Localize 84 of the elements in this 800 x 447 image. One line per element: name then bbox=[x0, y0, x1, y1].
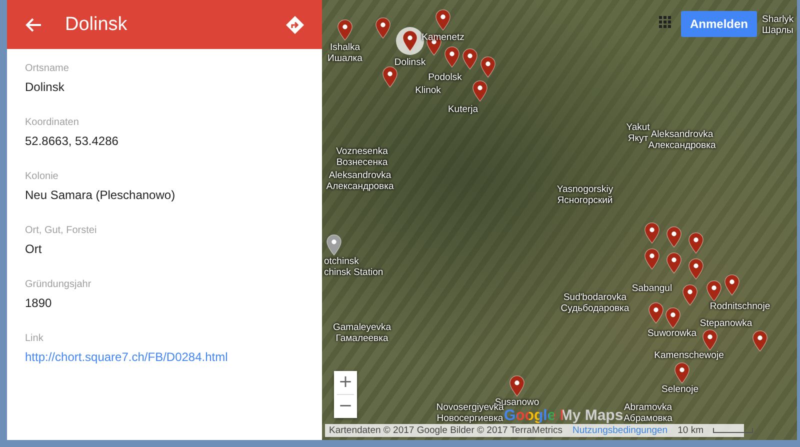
place-label: Александровка bbox=[326, 181, 394, 192]
place-label: Stepanowka bbox=[700, 318, 752, 329]
map-pin-icon[interactable] bbox=[666, 226, 682, 248]
place-label: Ясногорский bbox=[557, 195, 613, 206]
place-label: Podolsk bbox=[428, 72, 462, 83]
map-pin-icon[interactable] bbox=[435, 9, 451, 31]
place-label: Suworowka bbox=[647, 328, 697, 339]
place-label: Voznesenka bbox=[336, 146, 388, 157]
field-value: Neu Samara (Pleschanowo) bbox=[25, 188, 176, 202]
place-label: Новосергиевка bbox=[436, 413, 504, 424]
map-pin-icon[interactable] bbox=[509, 375, 525, 397]
apps-grid-icon[interactable] bbox=[659, 16, 671, 28]
place-label: Selenoje bbox=[662, 384, 698, 395]
back-arrow-icon[interactable] bbox=[25, 16, 43, 34]
field-label: Link bbox=[25, 333, 44, 344]
place-label: Dolinsk bbox=[394, 57, 426, 68]
place-label: Aleksandrovka bbox=[650, 129, 714, 140]
place-label: Novosergiyevka bbox=[436, 402, 504, 413]
place-label: Gamaleyevka bbox=[332, 322, 392, 333]
map-pin-icon[interactable] bbox=[402, 30, 418, 52]
field-value: 52.8663, 53.4286 bbox=[25, 134, 118, 148]
place-label: otchinsk bbox=[324, 256, 359, 267]
place-label: Yasnogorskiy bbox=[556, 184, 614, 195]
map-pin-icon[interactable] bbox=[752, 330, 768, 352]
attribution-text: Kartendaten © 2017 Google Bilder © 2017 TerraMetrics bbox=[329, 425, 563, 436]
map-pin-icon[interactable] bbox=[375, 17, 391, 39]
scale-label: 10 km bbox=[678, 425, 704, 436]
zoom-in-button[interactable]: + bbox=[334, 371, 357, 394]
map-pin-icon[interactable] bbox=[682, 284, 698, 306]
place-label: Абрамовка bbox=[624, 413, 672, 424]
place-label: Шарлы bbox=[762, 25, 794, 36]
place-title: Dolinsk bbox=[65, 14, 128, 36]
map-pin-icon[interactable] bbox=[666, 252, 682, 274]
place-label: Ishalka bbox=[330, 42, 360, 53]
satellite-map[interactable] bbox=[322, 0, 797, 440]
field-value: Dolinsk bbox=[25, 80, 64, 94]
map-pin-icon[interactable] bbox=[326, 234, 342, 256]
place-label: Sabangul bbox=[632, 283, 672, 294]
place-label: Александровка bbox=[648, 140, 716, 151]
place-label: Yakut bbox=[626, 122, 650, 133]
place-label: Klinok bbox=[415, 85, 441, 96]
place-label: chinsk Station bbox=[324, 267, 384, 278]
field-value: 1890 bbox=[25, 296, 52, 310]
place-label: Sharlyk bbox=[762, 14, 794, 25]
map-logo: Google My Maps bbox=[504, 407, 624, 424]
map-pin-icon[interactable] bbox=[644, 248, 660, 270]
terms-link[interactable]: Nutzungsbedingungen bbox=[572, 425, 668, 436]
field-link[interactable]: http://chort.square7.ch/FB/D0284.html bbox=[25, 350, 228, 364]
place-label: Судьбодаровка bbox=[560, 303, 630, 314]
place-label: Sud'bodarovka bbox=[563, 292, 627, 303]
map-pin-icon[interactable] bbox=[706, 280, 722, 302]
map-pin-icon[interactable] bbox=[665, 307, 681, 329]
field-value: Ort bbox=[25, 242, 42, 256]
field-label: Gründungsjahr bbox=[25, 279, 92, 290]
map-pin-icon[interactable] bbox=[382, 66, 398, 88]
sign-in-button[interactable]: Anmelden bbox=[680, 11, 757, 37]
place-label: Гамалеевка bbox=[336, 333, 388, 344]
map-pin-icon[interactable] bbox=[472, 80, 488, 102]
map-pin-icon[interactable] bbox=[688, 232, 704, 254]
map-pin-icon[interactable] bbox=[644, 222, 660, 244]
field-label: Ort, Gut, Forstei bbox=[25, 225, 97, 236]
place-label: Aleksandrovka bbox=[328, 170, 392, 181]
map-pin-icon[interactable] bbox=[648, 302, 664, 324]
field-label: Ortsname bbox=[25, 63, 69, 74]
map-pin-icon[interactable] bbox=[480, 56, 496, 78]
map-pin-icon[interactable] bbox=[688, 258, 704, 280]
map-pin-icon[interactable] bbox=[444, 46, 460, 68]
map-pin-icon[interactable] bbox=[702, 329, 718, 351]
map-pin-icon[interactable] bbox=[462, 48, 478, 70]
place-label: Kuterja bbox=[448, 104, 478, 115]
scale-bar bbox=[713, 428, 754, 433]
map-pin-icon[interactable] bbox=[337, 19, 353, 41]
field-label: Koordinaten bbox=[25, 117, 79, 128]
place-label: Якут bbox=[628, 133, 648, 144]
place-label: Rodnitschnoje bbox=[710, 301, 770, 312]
zoom-out-button[interactable]: − bbox=[334, 395, 357, 418]
place-label: Вознесенка bbox=[336, 157, 388, 168]
map-pin-icon[interactable] bbox=[724, 274, 740, 296]
place-label: Abramovka bbox=[624, 402, 672, 413]
place-label: Kamenschewoje bbox=[654, 350, 724, 361]
directions-icon[interactable] bbox=[286, 16, 304, 34]
field-label: Kolonie bbox=[25, 171, 58, 182]
place-label: Ишалка bbox=[328, 53, 362, 64]
map-pin-icon[interactable] bbox=[674, 362, 690, 384]
